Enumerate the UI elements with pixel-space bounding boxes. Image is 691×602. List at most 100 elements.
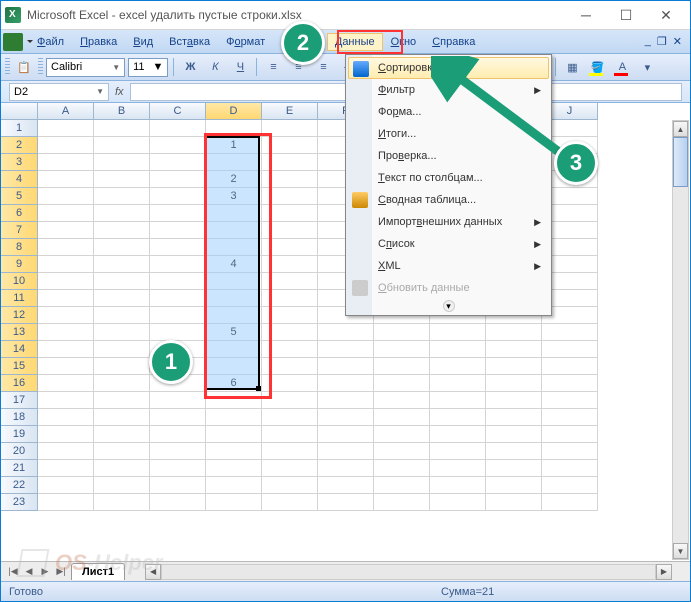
cell[interactable] [38,222,94,239]
cell[interactable] [38,137,94,154]
tab-next-icon[interactable]: ▶ [37,564,53,580]
cell[interactable] [318,477,374,494]
cell[interactable] [262,324,318,341]
menu-правка[interactable]: Правка [72,33,125,51]
cell[interactable] [94,290,150,307]
row-header[interactable]: 17 [1,392,38,409]
expand-menu-icon[interactable]: ▾ [443,300,455,312]
cell[interactable] [38,494,94,511]
cell[interactable] [150,307,206,324]
cell[interactable] [262,154,318,171]
cell[interactable] [206,494,262,511]
cell[interactable] [374,460,430,477]
cell[interactable] [150,443,206,460]
fx-icon[interactable]: fx [115,86,124,98]
cell[interactable] [318,392,374,409]
name-box[interactable]: D2 ▼ [9,83,109,101]
cell[interactable] [542,392,598,409]
cell[interactable] [430,443,486,460]
menu-вставка[interactable]: Вставка [161,33,218,51]
cell[interactable] [206,120,262,137]
row-header[interactable]: 8 [1,239,38,256]
cell[interactable] [38,188,94,205]
cell[interactable] [94,460,150,477]
cell[interactable] [94,171,150,188]
scroll-track[interactable] [161,564,656,580]
menu-item--[interactable]: Текст по столбцам... [348,167,549,189]
cell[interactable] [38,273,94,290]
column-header[interactable]: B [94,103,150,120]
cell[interactable] [262,477,318,494]
cell[interactable] [262,137,318,154]
sheet-tab[interactable]: Лист1 [71,563,125,580]
vertical-scrollbar[interactable]: ▲ ▼ [672,120,689,560]
cell[interactable] [486,409,542,426]
close-button[interactable]: ✕ [646,3,686,27]
cell[interactable] [94,205,150,222]
doc-close-button[interactable]: ✕ [673,35,682,48]
cell[interactable] [150,494,206,511]
clipboard-button[interactable]: 📋 [13,56,35,78]
row-header[interactable]: 22 [1,477,38,494]
menu-item--[interactable]: Проверка... [348,145,549,167]
toolbar-options-button[interactable]: ▾ [636,56,658,78]
tab-nav[interactable]: |◀ ◀ ▶ ▶| [5,564,69,580]
cell[interactable] [206,392,262,409]
cell[interactable] [486,477,542,494]
row-header[interactable]: 19 [1,426,38,443]
cell[interactable] [374,392,430,409]
cell[interactable] [38,409,94,426]
column-header[interactable]: E [262,103,318,120]
cell[interactable] [318,443,374,460]
column-header[interactable]: C [150,103,206,120]
cell[interactable] [206,426,262,443]
cell[interactable] [94,392,150,409]
menu-item--[interactable]: Итоги... [348,123,549,145]
row-header[interactable]: 2 [1,137,38,154]
scroll-up-button[interactable]: ▲ [673,121,688,137]
cell[interactable] [262,358,318,375]
row-header[interactable]: 14 [1,341,38,358]
menu-item--[interactable]: Сортировка... [348,57,549,79]
cell[interactable] [318,409,374,426]
cell[interactable] [94,358,150,375]
cell[interactable] [262,222,318,239]
cell[interactable] [262,426,318,443]
row-header[interactable]: 15 [1,358,38,375]
cell[interactable] [486,494,542,511]
cell[interactable] [318,426,374,443]
cell[interactable] [262,239,318,256]
cell[interactable] [150,477,206,494]
cell[interactable] [374,375,430,392]
column-header[interactable]: A [38,103,94,120]
cell[interactable] [206,409,262,426]
cell[interactable] [38,120,94,137]
scroll-down-button[interactable]: ▼ [673,543,688,559]
minimize-button[interactable]: ─ [566,3,606,27]
borders-button[interactable]: ▦ [561,56,583,78]
cell[interactable] [94,239,150,256]
cell[interactable] [486,460,542,477]
cell[interactable] [374,358,430,375]
cell[interactable] [262,409,318,426]
menu-item--[interactable]: Список▶ [348,233,549,255]
cell[interactable] [38,154,94,171]
cell[interactable] [486,358,542,375]
cell[interactable] [38,256,94,273]
cell[interactable] [38,324,94,341]
cell[interactable] [94,154,150,171]
cell[interactable] [542,443,598,460]
cell[interactable] [486,324,542,341]
cell[interactable] [150,154,206,171]
font-size-selector[interactable]: 11 ▼ [128,58,168,77]
cell[interactable] [430,494,486,511]
cell[interactable] [94,256,150,273]
row-header[interactable]: 10 [1,273,38,290]
cell[interactable] [206,443,262,460]
cell[interactable] [38,290,94,307]
menu-справка[interactable]: Справка [424,33,483,51]
cell[interactable] [38,307,94,324]
cell[interactable] [150,460,206,477]
cell[interactable] [430,358,486,375]
cell[interactable] [262,460,318,477]
